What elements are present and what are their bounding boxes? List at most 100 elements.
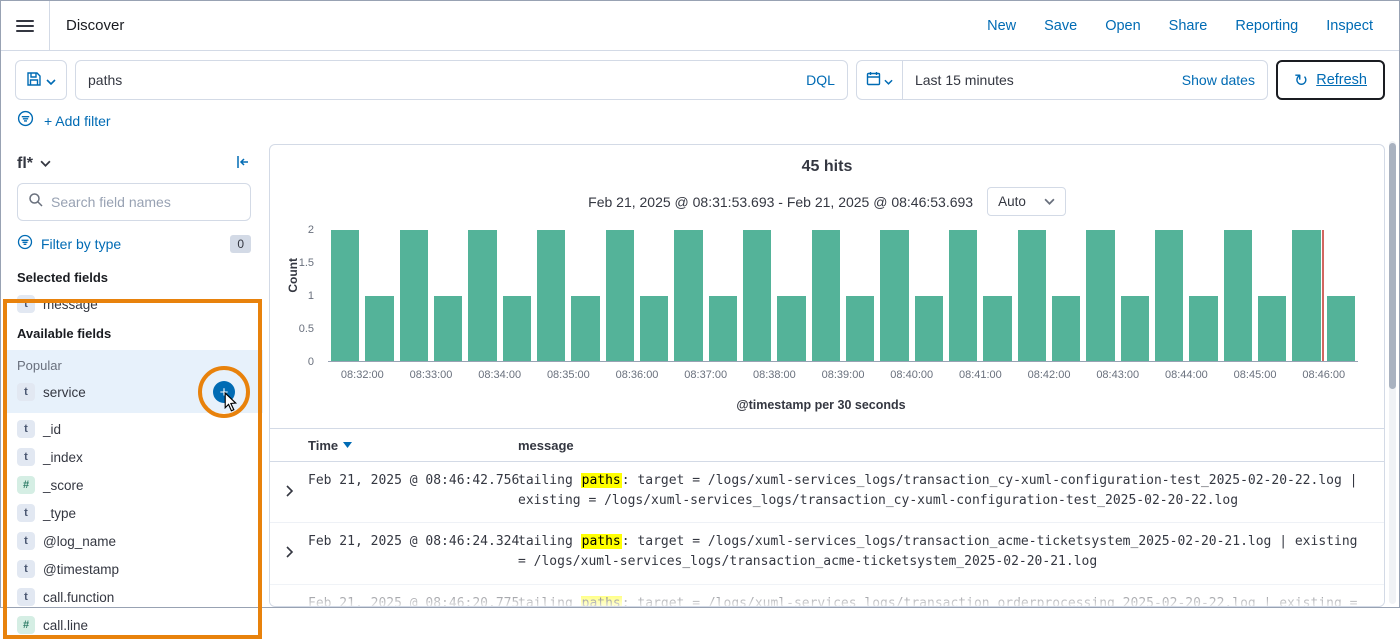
histogram-bar[interactable]: [915, 296, 943, 362]
query-language-button[interactable]: DQL: [806, 72, 835, 88]
add-field-button[interactable]: +: [213, 381, 235, 403]
x-tick-label: 08:33:00: [397, 369, 466, 381]
field-type-icon: t: [17, 295, 35, 313]
highlighted-term: paths: [581, 473, 622, 488]
chevron-down-icon: [46, 73, 56, 88]
field-item-log_name[interactable]: t@log_name: [17, 527, 251, 555]
histogram-bar[interactable]: [983, 296, 1011, 362]
expand-row-icon[interactable]: [285, 597, 294, 607]
expand-row-icon[interactable]: [285, 474, 294, 511]
hamburger-menu-icon[interactable]: [1, 1, 50, 50]
field-item-timestamp[interactable]: t@timestamp: [17, 555, 251, 583]
y-tick-label: 0.5: [299, 323, 314, 335]
refresh-button[interactable]: ↻ Refresh: [1276, 60, 1385, 100]
histogram-bar[interactable]: [743, 230, 771, 361]
histogram-bar[interactable]: [571, 296, 599, 362]
field-name: _score: [43, 478, 84, 493]
message-column-header[interactable]: message: [518, 438, 1384, 453]
field-item-_score[interactable]: #_score: [17, 471, 251, 499]
histogram-bar[interactable]: [1327, 296, 1355, 362]
histogram-bar[interactable]: [1121, 296, 1149, 362]
table-row: Feb 21, 2025 @ 08:46:24.324tailing paths…: [270, 523, 1384, 584]
histogram-bar[interactable]: [1292, 230, 1320, 361]
filter-icon: [17, 234, 33, 253]
field-item-callfunction[interactable]: tcall.function: [17, 583, 251, 611]
x-tick-label: 08:34:00: [465, 369, 534, 381]
highlighted-term: paths: [581, 534, 622, 549]
index-pattern-selector[interactable]: fl*: [17, 155, 51, 173]
field-item-_type[interactable]: t _type: [17, 499, 251, 527]
x-tick-label: 08:36:00: [603, 369, 672, 381]
field-name: _type: [43, 506, 76, 521]
chevron-down-icon: [884, 73, 893, 88]
histogram-bar[interactable]: [880, 230, 908, 361]
field-type-icon: t: [17, 504, 35, 522]
histogram-bar[interactable]: [331, 230, 359, 361]
time-column-label: Time: [308, 438, 338, 453]
histogram-bar[interactable]: [468, 230, 496, 361]
query-input[interactable]: [88, 72, 806, 88]
histogram-plot: [328, 230, 1358, 362]
index-pattern-label: fl*: [17, 155, 33, 173]
nav-link-open[interactable]: Open: [1105, 18, 1140, 34]
field-item-message[interactable]: tmessage: [17, 290, 251, 318]
doc-table-body: Feb 21, 2025 @ 08:46:42.756tailing paths…: [270, 462, 1384, 607]
histogram-bar[interactable]: [640, 296, 668, 362]
histogram-bar[interactable]: [1155, 230, 1183, 361]
x-tick-label: 08:42:00: [1015, 369, 1084, 381]
collapse-sidebar-icon[interactable]: [235, 154, 251, 173]
histogram-bar[interactable]: [365, 296, 393, 362]
popular-fields-block: Popular t service +: [5, 350, 263, 413]
show-dates-link[interactable]: Show dates: [1182, 72, 1267, 88]
histogram-bar[interactable]: [812, 230, 840, 361]
filter-count-badge: 0: [230, 235, 251, 253]
x-tick-label: 08:46:00: [1289, 369, 1358, 381]
field-item-service[interactable]: t service +: [17, 378, 251, 406]
histogram-bar[interactable]: [1052, 296, 1080, 362]
nav-link-inspect[interactable]: Inspect: [1326, 18, 1373, 34]
histogram-bar[interactable]: [1224, 230, 1252, 361]
histogram-bar[interactable]: [434, 296, 462, 362]
field-item-callline[interactable]: #call.line: [17, 611, 251, 639]
main-panel: 45 hits Feb 21, 2025 @ 08:31:53.693 - Fe…: [269, 144, 1385, 607]
query-bar: DQL Last 15 minutes Show dates ↻ Refresh: [1, 51, 1399, 108]
nav-link-share[interactable]: Share: [1169, 18, 1208, 34]
field-name: service: [43, 385, 86, 400]
time-column-header[interactable]: Time: [308, 438, 518, 453]
histogram-bar[interactable]: [1086, 230, 1114, 361]
nav-link-reporting[interactable]: Reporting: [1235, 18, 1298, 34]
hits-count: 45 hits: [270, 158, 1384, 176]
histogram-bar[interactable]: [537, 230, 565, 361]
field-item-_index[interactable]: t_index: [17, 443, 251, 471]
x-tick-label: 08:35:00: [534, 369, 603, 381]
calendar-button[interactable]: [857, 61, 903, 99]
filter-bar: + Add filter: [1, 108, 1399, 142]
histogram-bar[interactable]: [503, 296, 531, 362]
histogram-bar[interactable]: [1258, 296, 1286, 362]
field-search-input[interactable]: [51, 194, 240, 210]
histogram-bar[interactable]: [606, 230, 634, 361]
histogram-bar[interactable]: [949, 230, 977, 361]
add-filter-link[interactable]: + Add filter: [44, 113, 111, 129]
interval-select[interactable]: Auto: [987, 187, 1066, 216]
row-message: tailing paths: target = /logs/xuml-servi…: [518, 594, 1384, 607]
chevron-down-icon: [40, 160, 51, 167]
field-name: call.line: [43, 618, 88, 633]
filter-icon[interactable]: [17, 110, 34, 132]
field-item-_id[interactable]: t_id: [17, 415, 251, 443]
scrollbar-thumb[interactable]: [1389, 143, 1396, 389]
histogram-bar[interactable]: [709, 296, 737, 362]
nav-link-new[interactable]: New: [987, 18, 1016, 34]
histogram-bar[interactable]: [777, 296, 805, 362]
histogram-bar[interactable]: [1189, 296, 1217, 362]
histogram-bar[interactable]: [400, 230, 428, 361]
filter-by-type-button[interactable]: Filter by type 0: [17, 221, 251, 262]
field-type-icon: t: [17, 383, 35, 401]
time-range-value[interactable]: Last 15 minutes: [903, 72, 1014, 88]
nav-link-save[interactable]: Save: [1044, 18, 1077, 34]
histogram-bar[interactable]: [846, 296, 874, 362]
expand-row-icon[interactable]: [285, 535, 294, 572]
histogram-bar[interactable]: [674, 230, 702, 361]
saved-query-button[interactable]: [15, 60, 67, 100]
histogram-bar[interactable]: [1018, 230, 1046, 361]
